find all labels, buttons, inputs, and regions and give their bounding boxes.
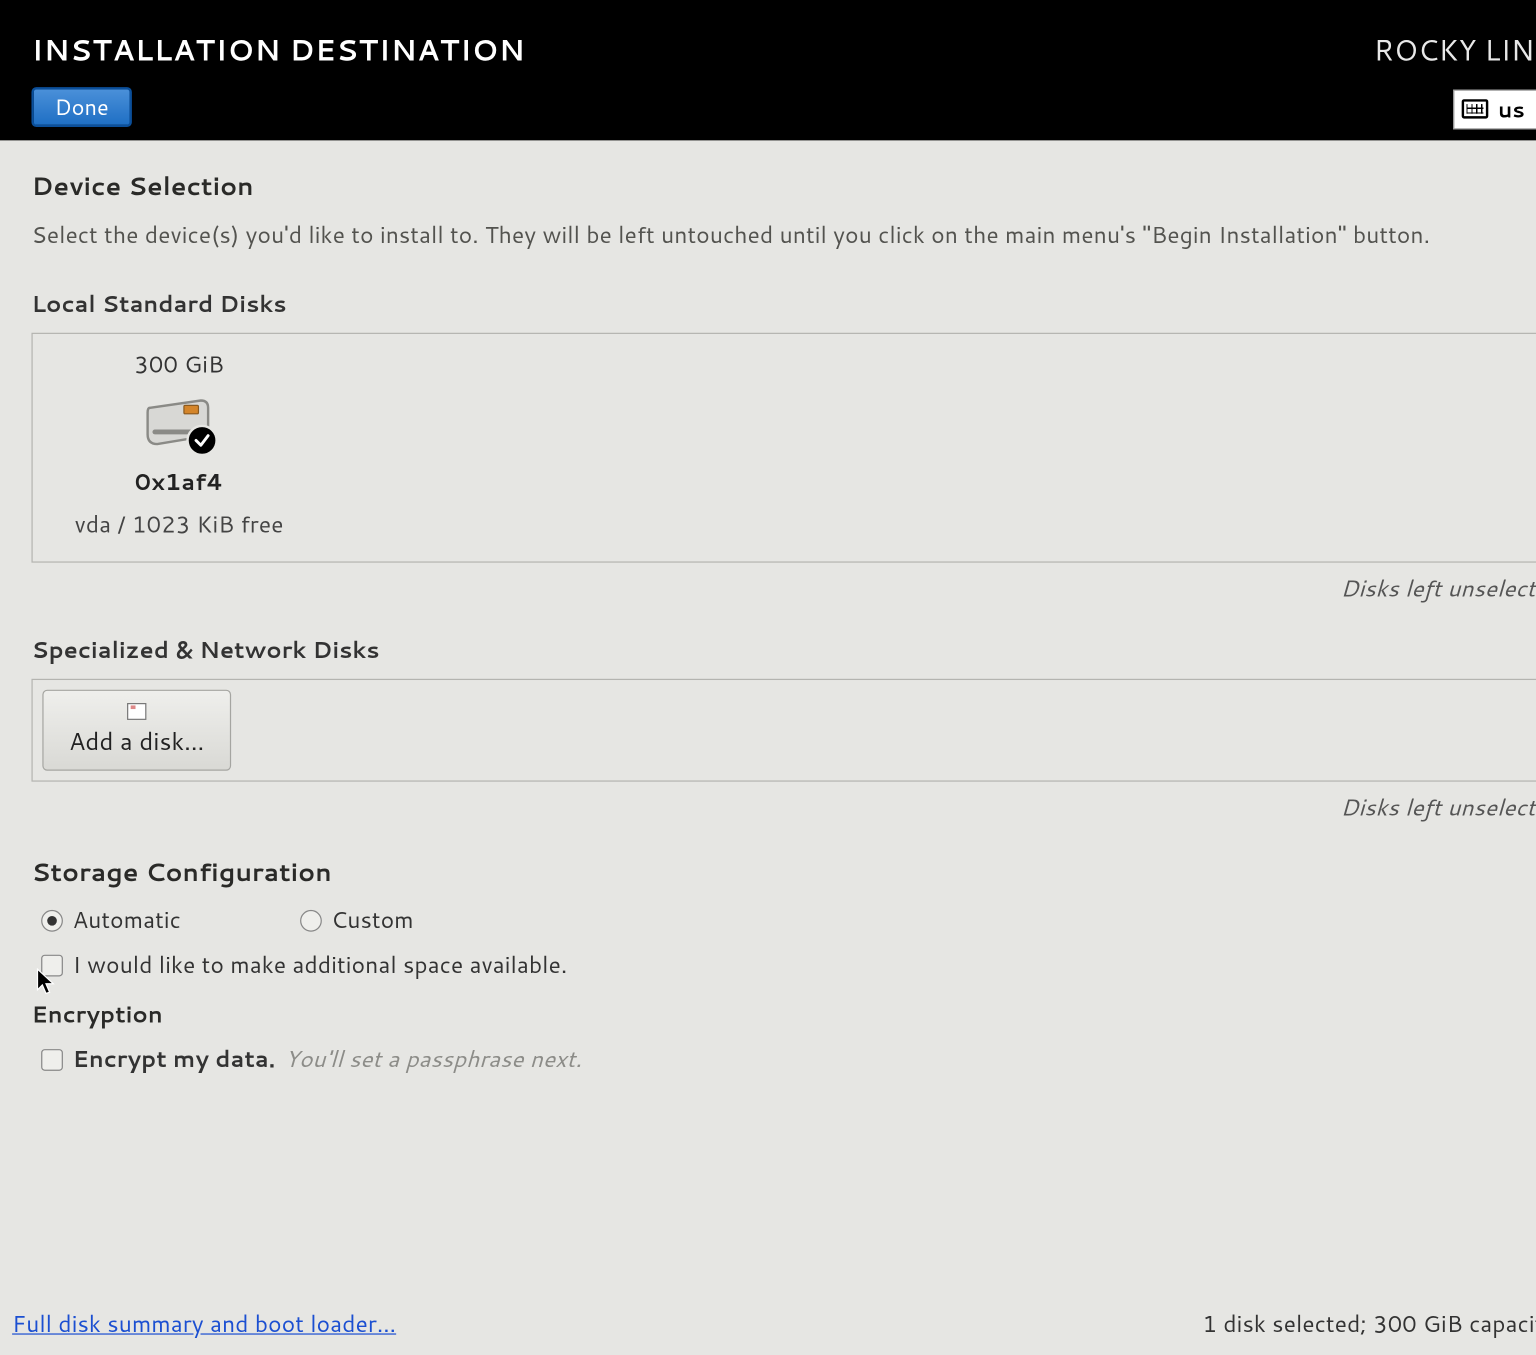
disk-model-label: 0x1af4	[52, 466, 306, 499]
done-button[interactable]: Done	[31, 87, 131, 127]
hard-disk-icon	[143, 396, 216, 452]
radio-custom[interactable]: Custom	[300, 904, 414, 937]
keyboard-icon	[1462, 99, 1489, 118]
radio-automatic-label: Automatic	[73, 904, 181, 937]
radio-custom-label: Custom	[331, 904, 414, 937]
local-disks-container: 300 GiB 0x1af4 vda / 1023 KiB free	[31, 333, 1536, 563]
disk-tile-vda[interactable]: 300 GiB 0x1af4 vda / 1023 KiB free	[52, 348, 306, 540]
footer-status: 1 disk selected; 300 GiB capacity; 1023 …	[1202, 1308, 1536, 1341]
page-title: INSTALLATION DESTINATION	[31, 29, 525, 70]
add-disk-label: Add a disk…	[69, 724, 205, 758]
storage-configuration-heading: Storage Configuration	[31, 853, 1536, 889]
keyboard-layout-indicator[interactable]: us	[1453, 89, 1536, 129]
checkbox-reclaim-label: I would like to make additional space av…	[73, 949, 568, 982]
encryption-heading: Encryption	[31, 998, 1536, 1031]
specialized-disks-note: Disks left unselected here will not be t…	[31, 791, 1536, 824]
checkbox-icon	[41, 1048, 63, 1070]
full-disk-summary-link[interactable]: Full disk summary and boot loader…	[12, 1308, 396, 1341]
device-selection-heading: Device Selection	[31, 167, 1536, 203]
checkbox-encrypt[interactable]: Encrypt my data. You'll set a passphrase…	[31, 1043, 1536, 1076]
checkbox-reclaim-space[interactable]: I would like to make additional space av…	[31, 949, 1536, 982]
device-selection-description: Select the device(s) you'd like to insta…	[31, 218, 1536, 254]
disk-size-label: 300 GiB	[52, 348, 306, 381]
radio-button-icon	[41, 909, 63, 931]
specialized-disks-heading: Specialized & Network Disks	[31, 634, 1536, 667]
header-bar: INSTALLATION DESTINATION Done ROCKY LINU…	[0, 0, 1536, 140]
local-disks-note: Disks left unselected here will not be t…	[31, 572, 1536, 605]
radio-automatic[interactable]: Automatic	[41, 904, 181, 937]
product-title: ROCKY LINUX 8 INSTALLATION	[1374, 29, 1536, 70]
checkbox-icon	[41, 954, 63, 976]
disk-path-free-label: vda / 1023 KiB free	[52, 508, 306, 541]
checkbox-encrypt-label: Encrypt my data.	[73, 1043, 276, 1076]
add-disk-button[interactable]: Add a disk…	[42, 690, 231, 771]
footer-bar: Full disk summary and boot loader… 1 dis…	[0, 1308, 1536, 1355]
check-badge-icon	[186, 425, 217, 456]
keyboard-layout-label: us	[1498, 93, 1525, 124]
specialized-disks-container: Add a disk…	[31, 679, 1536, 782]
radio-button-icon	[300, 909, 322, 931]
encrypt-hint: You'll set a passphrase next.	[285, 1043, 582, 1076]
add-disk-icon	[127, 702, 146, 719]
local-disks-heading: Local Standard Disks	[31, 288, 1536, 321]
